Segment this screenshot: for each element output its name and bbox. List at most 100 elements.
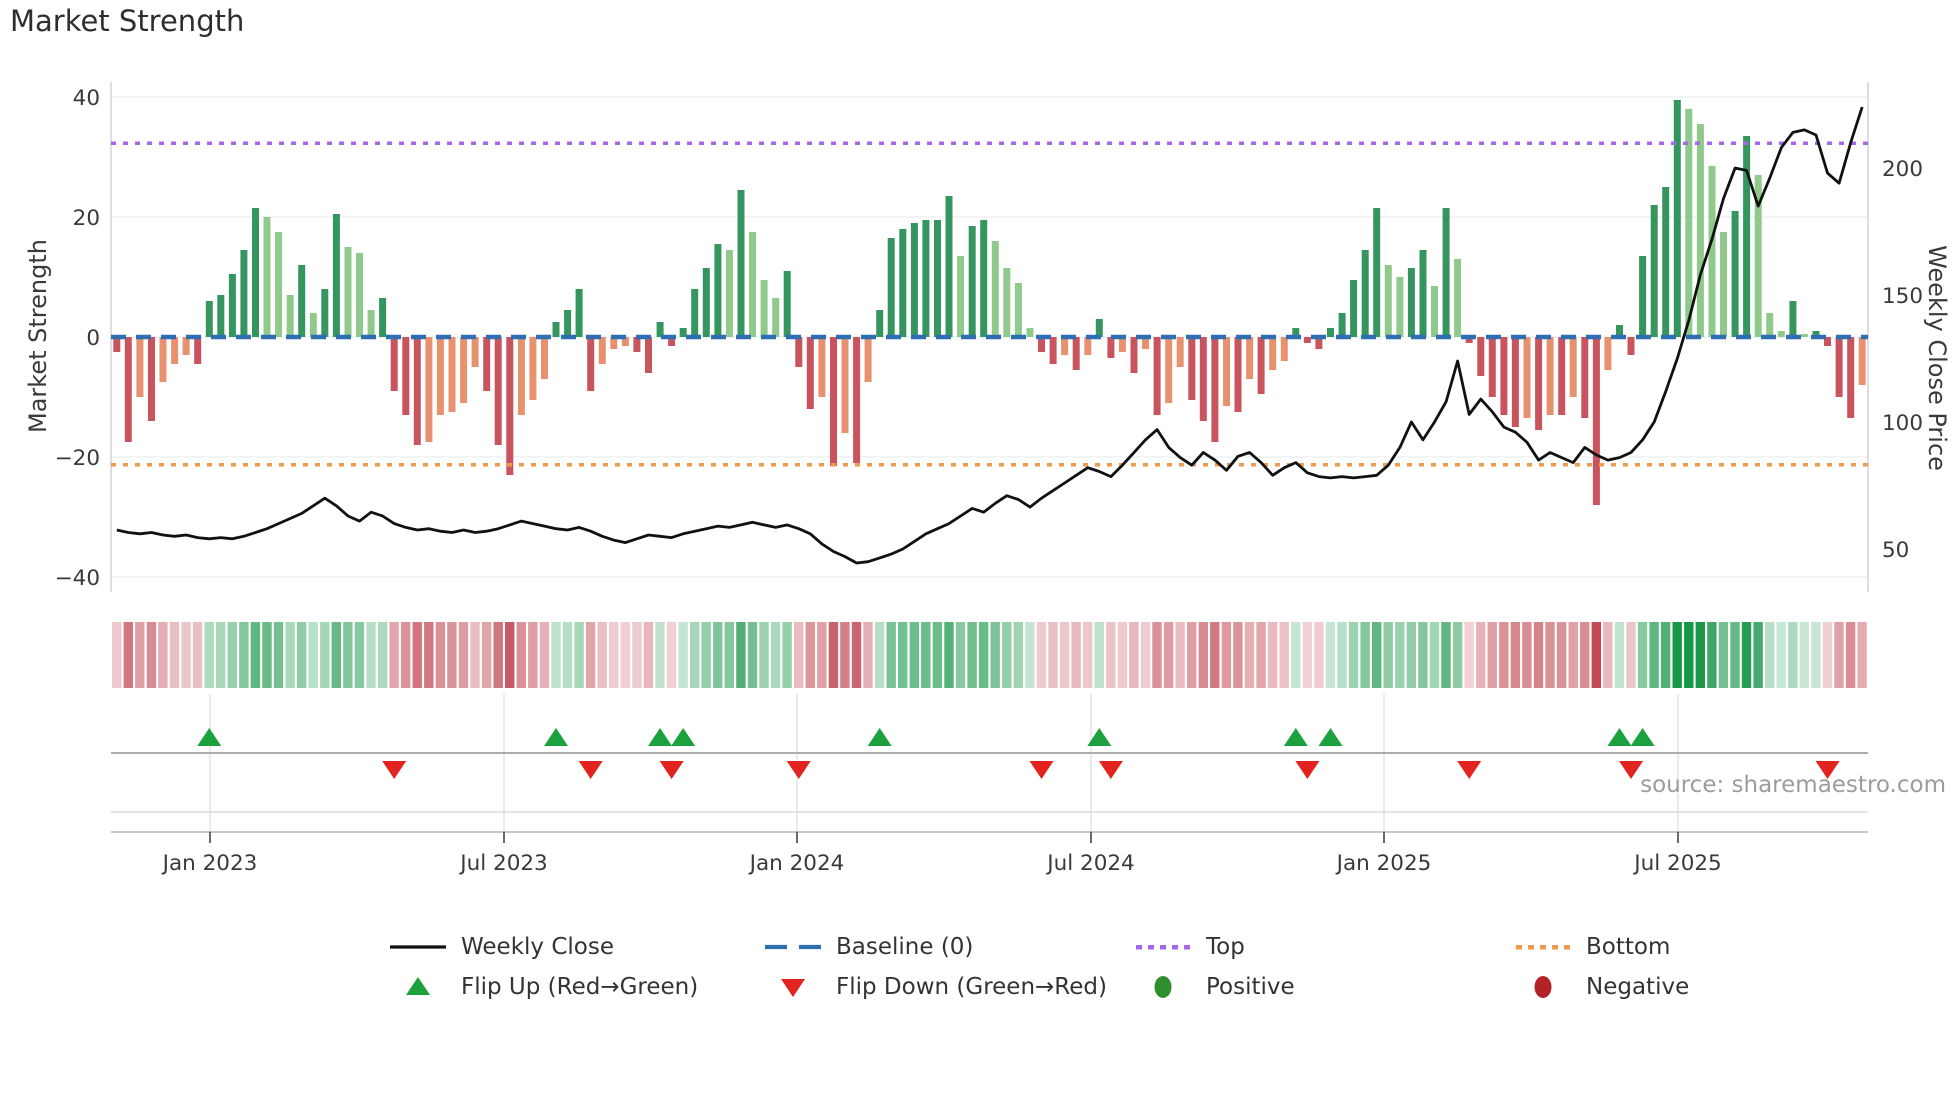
strength-bar [182,337,190,355]
triangle-up-green-icon [406,977,430,995]
strength-bar [1419,250,1427,337]
heatmap-cell [1684,622,1694,688]
strength-bar [275,232,283,337]
strength-bar [853,337,861,463]
heatmap-cell [320,622,330,688]
strength-bar [714,244,722,337]
heatmap-cell [1834,622,1844,688]
heatmap-cell [1383,622,1393,688]
heatmap-cell [701,622,711,688]
heatmap-cell [609,622,619,688]
legend-label: Baseline (0) [836,934,974,960]
heatmap-cell [736,622,746,688]
strength-bar [1558,337,1566,415]
tick-label: −20 [55,446,100,471]
heatmap-cell [1776,622,1786,688]
heatmap-cell [1013,622,1023,688]
heatmap-cell [759,622,769,688]
circle-green-icon [1154,976,1172,998]
legend-label: Weekly Close [461,934,614,960]
strength-bar [1847,337,1855,418]
heatmap-cell [158,622,168,688]
legend-label: Bottom [1586,934,1671,960]
strength-bar [1014,283,1022,337]
strength-bar [228,274,236,337]
flip-up-marker [671,728,696,746]
heatmap-cell [1152,622,1162,688]
flip-up-marker [197,728,222,746]
flip-down-marker [786,761,811,779]
strength-bar [841,337,849,433]
strength-bar [390,337,398,391]
strength-bar [1639,256,1647,337]
heatmap-cell [851,622,862,688]
legend-label: Flip Down (Green→Red) [836,974,1107,1000]
strength-bar [679,328,687,337]
heatmap-cell [1845,622,1856,688]
heatmap-cell [1649,622,1659,688]
strength-bar [864,337,872,382]
heatmap-cell [967,622,977,688]
strength-bar [1858,337,1866,385]
strength-bar [1766,313,1774,337]
strength-bar [980,220,988,337]
strength-bar [159,337,167,382]
heatmap-cell [955,622,966,688]
strength-bar [321,289,329,337]
tick-label: 40 [73,86,100,111]
heatmap-cell [1510,622,1521,688]
strength-bar [1673,100,1681,337]
heatmap-cell [1256,622,1266,688]
strength-bar [1535,337,1543,430]
strength-bar [367,310,375,337]
strength-bar [1777,331,1785,337]
flip-up-marker [648,728,673,746]
strength-bar [1003,268,1011,337]
heatmap-cell [1117,622,1128,688]
legend-item-circle-green: Positive [1133,972,1295,1002]
heatmap-cell [1395,622,1405,688]
strength-bar [1511,337,1519,427]
heatmap-cell [1464,622,1474,688]
heatmap-cell [1163,622,1174,688]
heatmap-cell [1487,622,1497,688]
heatmap-cell [493,622,503,688]
strength-bar [240,250,248,337]
strength-bar [587,337,595,391]
heatmap-cell [817,622,827,688]
heatmap-cell [632,622,642,688]
strength-bar [1835,337,1843,397]
triangle-down-red-icon [781,979,805,997]
strength-bar [1708,166,1716,337]
legend-item-triangle-down-red: Flip Down (Green→Red) [763,972,1107,1002]
heatmap-cell [1372,622,1382,688]
heatmap-cell [886,622,896,688]
strength-bar [749,232,756,337]
heatmap-cell [123,622,133,688]
strength-bar [1072,337,1080,370]
strength-bar [205,301,213,337]
heatmap-cell [1822,622,1833,688]
strength-bar [529,337,537,400]
heatmap-cell [204,622,214,688]
tick-label: 0 [86,326,100,351]
heatmap-cell [239,622,249,688]
flip-down-marker [1295,761,1320,779]
strength-bar [1500,337,1508,415]
heatmap-strip [112,622,1867,688]
heatmap-cell [1175,622,1185,688]
tick-label: 200 [1882,157,1923,182]
heatmap-cell [1036,622,1047,688]
strength-bar [1361,250,1369,337]
legend-item-triangle-up-green: Flip Up (Red→Green) [388,972,698,1002]
strength-bar [1743,136,1751,337]
heatmap-cell [990,622,1000,688]
heatmap-cell [435,622,446,688]
heatmap-cell [921,622,931,688]
heatmap-cell [1337,622,1347,688]
strength-bar [1280,337,1288,361]
strength-bar [1581,337,1589,418]
heatmap-cell [597,622,607,688]
strength-bar [1569,337,1577,397]
heatmap-cell [1418,622,1428,688]
